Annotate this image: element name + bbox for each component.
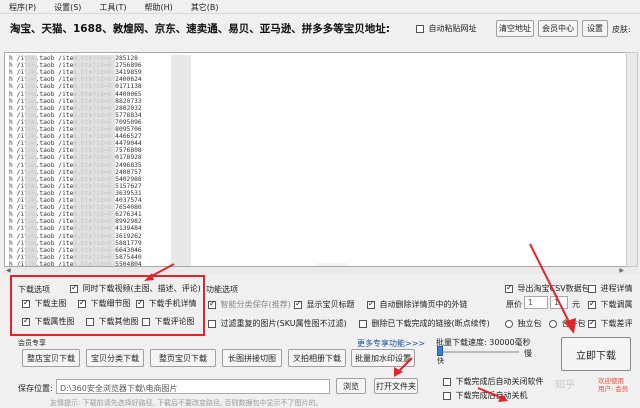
checkbox[interactable] — [22, 298, 30, 308]
delete-done-link-option[interactable]: 删除已下载完成的链接(断点续传) — [359, 318, 490, 329]
menu-settings[interactable]: 设置(S) — [45, 0, 90, 13]
blur-mask — [73, 55, 115, 266]
option-label: 下载细节图 — [90, 299, 131, 308]
option-label: 下载其他图 — [98, 317, 139, 326]
menu-tools[interactable]: 工具(T) — [90, 0, 135, 13]
album-download-button[interactable]: 叉拍相册下载 — [288, 349, 346, 367]
auto-paste-label: 自动粘贴网址 — [428, 24, 477, 33]
annotation-arrow — [477, 387, 508, 402]
download-bad-review-option[interactable]: 下载差评 — [588, 318, 633, 329]
option-label: 删除已下载完成的链接(断点续传) — [371, 319, 490, 328]
option-label: 过滤重复的图片(SKU属性图不过滤) — [220, 319, 347, 328]
checkbox[interactable] — [208, 299, 216, 309]
clear-address-button[interactable]: 清空地址 — [496, 20, 534, 37]
function-options-title: 功能选项 — [206, 285, 238, 294]
zhihu-watermark: 知乎 — [555, 380, 575, 391]
smart-classify-option[interactable]: 智能分类保存(推荐) — [208, 299, 291, 310]
download-main-image-option[interactable]: 下载主图 — [22, 298, 67, 309]
checkbox[interactable] — [208, 319, 216, 328]
download-detail-image-option[interactable]: 下载细节图 — [78, 298, 131, 309]
checkbox[interactable] — [588, 299, 596, 309]
download-review-image-option[interactable]: 下载评论图 — [142, 316, 195, 327]
blur-mask — [25, 55, 37, 266]
long-image-stitch-button[interactable]: 长图拼接切图 — [222, 349, 282, 367]
settings-button[interactable]: 设置 — [582, 20, 608, 37]
category-download-button[interactable]: 宝贝分类下载 — [86, 349, 144, 367]
option-label: 下载评论图 — [154, 317, 195, 326]
checkbox[interactable] — [22, 316, 30, 326]
browse-button[interactable]: 浏览 — [336, 378, 366, 394]
whole-shop-download-button[interactable]: 整店宝贝下载 — [22, 349, 80, 367]
filter-duplicate-option[interactable]: 过滤重复的图片(SKU属性图不过滤) — [208, 318, 347, 329]
speed-fast-label: 快 — [437, 357, 444, 365]
download-video-attr-option[interactable]: 下载调属 — [588, 299, 633, 310]
option-label: 下载属性图 — [34, 317, 75, 326]
url-textarea[interactable]: h /item.taob /item.htm?id=6 5504804h /it… — [4, 52, 628, 267]
checkbox[interactable] — [142, 317, 150, 326]
vertical-scrollbar[interactable] — [626, 52, 638, 267]
scroll-left-icon[interactable]: ◀ — [6, 267, 11, 274]
vip-line: 欢迎使用 — [598, 377, 624, 385]
url-label: 淘宝、天猫、1688、敦煌网、京东、速卖通、易贝、亚马逊、拼多多等宝贝地址: — [10, 23, 390, 35]
checkbox[interactable] — [136, 298, 144, 308]
open-folder-button[interactable]: 打开文件夹 — [374, 378, 418, 394]
download-other-image-option[interactable]: 下载其他图 — [86, 316, 139, 327]
checkbox[interactable] — [443, 377, 451, 386]
blur-mask — [171, 55, 191, 266]
option-label: 下载主图 — [34, 299, 67, 308]
option-label: 自动删除详情页中的外链 — [379, 300, 468, 309]
auto-paste-checkbox[interactable] — [416, 24, 424, 33]
menu-help[interactable]: 帮助(H) — [136, 0, 182, 13]
menu-program[interactable]: 程序(P) — [0, 0, 45, 13]
checkbox[interactable] — [443, 391, 451, 400]
save-location-label: 保存位置: — [18, 384, 53, 393]
download-options-title: 下载选项 — [18, 285, 50, 294]
option-label: 下载调属 — [600, 300, 633, 309]
download-video-label: 同时下载视频(主图、描述、评论) — [82, 284, 201, 293]
progress-detail-option[interactable]: 进程详情 — [588, 283, 633, 294]
show-title-option[interactable]: 显示宝贝标题 — [294, 299, 355, 310]
vip-status: 欢迎使用 用户: 会员 — [598, 377, 628, 393]
download-attribute-image-option[interactable]: 下载属性图 — [22, 316, 75, 327]
member-center-button[interactable]: 会员中心 — [538, 20, 578, 37]
menubar: 程序(P) 设置(S) 工具(T) 帮助(H) 其它(B) — [0, 0, 640, 14]
vip-line: 用户: 会员 — [598, 385, 629, 393]
skin-label: 皮肤: — [612, 25, 631, 34]
member-section-title: 会员专享 — [18, 339, 46, 347]
annotation-arrow — [144, 263, 175, 281]
url-row: 淘宝、天猫、1688、敦煌网、京东、速卖通、易贝、亚马逊、拼多多等宝贝地址: 自… — [0, 17, 640, 43]
checkbox[interactable] — [86, 317, 94, 326]
speed-slow-label: 慢 — [524, 349, 532, 358]
menu-other[interactable]: 其它(B) — [182, 0, 228, 13]
scroll-right-icon[interactable]: ▶ — [619, 267, 624, 274]
save-path-input[interactable]: D:\360安全浏览器下载\电商图片 — [56, 379, 330, 394]
checkbox[interactable] — [367, 299, 375, 309]
option-label: 显示宝贝标题 — [306, 300, 355, 309]
option-label: 下载差评 — [600, 319, 633, 328]
footer-tip: 友情提示: 下载前请先选择好路径, 下载后不要改变路径, 否则数据包中显示不了图… — [50, 399, 323, 407]
slider-thumb[interactable] — [437, 346, 443, 356]
download-now-button[interactable]: 立即下载 — [561, 337, 631, 371]
annotation-arrow — [394, 357, 413, 377]
checkbox[interactable] — [588, 284, 596, 293]
more-features-link[interactable]: 更多专享功能>>> — [357, 338, 425, 349]
option-label: 下载手机详情 — [148, 299, 197, 308]
checkbox[interactable] — [588, 318, 596, 328]
checkbox[interactable] — [294, 299, 302, 309]
slider-track — [443, 351, 519, 353]
download-mobile-detail-option[interactable]: 下载手机详情 — [136, 298, 197, 309]
checkbox[interactable] — [359, 319, 367, 328]
annotation-arrow — [529, 243, 576, 334]
download-video-option[interactable]: 同时下载视频(主图、描述、评论) — [70, 283, 201, 294]
checkbox[interactable] — [78, 298, 86, 308]
option-label: 智能分类保存(推荐) — [220, 300, 291, 309]
auto-paste-option[interactable]: 自动粘贴网址 — [416, 23, 477, 34]
speed-slider[interactable] — [437, 346, 519, 356]
page-download-button[interactable]: 整页宝贝下载 — [150, 349, 216, 367]
auto-delete-link-option[interactable]: 自动删除详情页中的外链 — [367, 299, 468, 310]
option-label: 进程详情 — [600, 284, 633, 293]
download-video-checkbox[interactable] — [70, 283, 78, 293]
